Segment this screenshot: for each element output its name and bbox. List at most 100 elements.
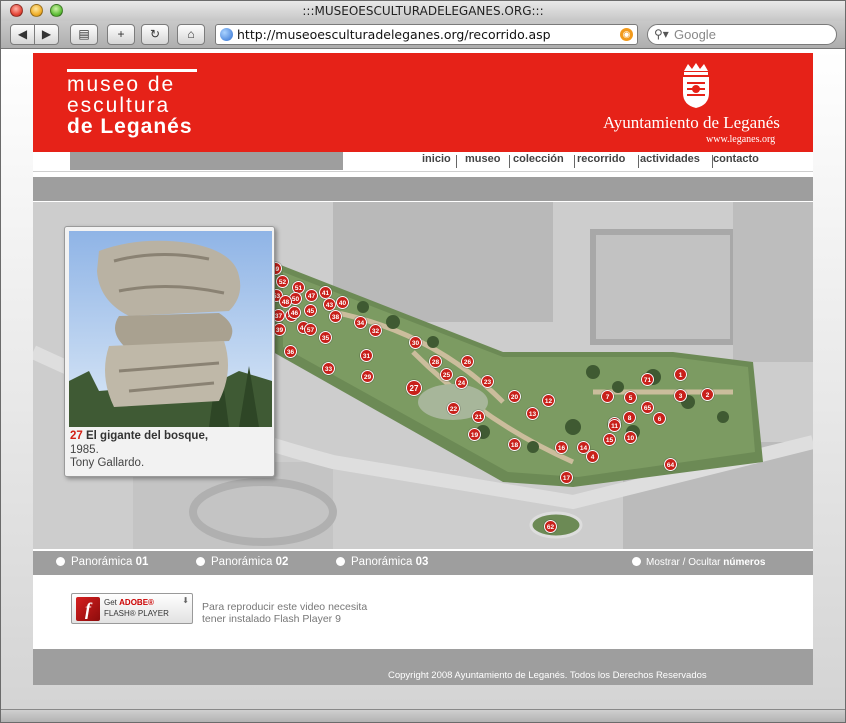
sculpture-pin-3[interactable]: 3: [674, 389, 687, 402]
sculpture-pin-38[interactable]: 38: [329, 310, 342, 323]
sculpture-pin-25[interactable]: 25: [440, 368, 453, 381]
sculpture-pin-47[interactable]: 47: [305, 289, 318, 302]
nav-actividades[interactable]: actividades: [640, 153, 700, 165]
main-nav: inicio museo colección recorrido activid…: [33, 152, 813, 172]
sculpture-pin-46[interactable]: 46: [288, 306, 301, 319]
site-header: museo de escultura de Leganés Ayuntamien…: [33, 53, 813, 152]
window-title: :::MUSEOESCULTURADELEGANES.ORG:::: [302, 4, 544, 18]
search-icon: ⚲▾: [654, 27, 669, 41]
sculpture-pin-34[interactable]: 34: [354, 316, 367, 329]
panorama-label: Panorámica: [351, 556, 416, 568]
add-icon: +: [117, 27, 125, 41]
sculpture-pin-1[interactable]: 1: [674, 368, 687, 381]
sculpture-pin-65[interactable]: 65: [641, 401, 654, 414]
sculpture-pin-16[interactable]: 16: [555, 441, 568, 454]
sculpture-pin-23[interactable]: 23: [481, 375, 494, 388]
reload-button[interactable]: ↻: [141, 24, 169, 45]
snapback-button[interactable]: ▤: [70, 24, 98, 45]
sculpture-pin-24[interactable]: 24: [455, 376, 468, 389]
nav-inicio[interactable]: inicio: [422, 153, 451, 165]
flash-get-label: Get: [104, 598, 117, 607]
search-input[interactable]: ⚲▾ Google: [647, 24, 837, 45]
flash-adobe-label: ADOBE®: [119, 598, 154, 607]
sculpture-pin-13[interactable]: 13: [526, 407, 539, 420]
sculpture-pin-45[interactable]: 45: [304, 304, 317, 317]
forward-button[interactable]: ▶: [34, 24, 59, 45]
sculpture-pin-33[interactable]: 33: [322, 362, 335, 375]
sculpture-name: El gigante del bosque,: [86, 430, 209, 442]
sculpture-pin-18[interactable]: 18: [508, 438, 521, 451]
nav-recorrido[interactable]: recorrido: [577, 153, 625, 165]
nav-coleccion[interactable]: colección: [513, 153, 564, 165]
home-button[interactable]: ⌂: [177, 24, 205, 45]
toggle-label: Mostrar / Ocultar: [646, 557, 724, 568]
sculpture-pin-6[interactable]: 6: [653, 412, 666, 425]
sculpture-pin-2[interactable]: 2: [701, 388, 714, 401]
sculpture-pin-27[interactable]: 27: [406, 380, 422, 396]
get-flash-player-button[interactable]: f Get ADOBE® FLASH® PLAYER ⬇: [71, 593, 193, 624]
panorama-02-option[interactable]: Panorámica 02: [196, 556, 288, 568]
logo-line-1: museo de: [67, 73, 176, 96]
sculpture-pin-19[interactable]: 19: [468, 428, 481, 441]
status-bar: [1, 709, 845, 722]
sculpture-pin-12[interactable]: 12: [542, 394, 555, 407]
sculpture-pin-20[interactable]: 20: [508, 390, 521, 403]
logo-line-2: escultura: [67, 94, 171, 117]
sculpture-pin-31[interactable]: 31: [360, 349, 373, 362]
sculpture-pin-36[interactable]: 36: [284, 345, 297, 358]
ayuntamiento-url[interactable]: www.leganes.org: [706, 134, 775, 145]
sculpture-pin-29[interactable]: 29: [361, 370, 374, 383]
nav-museo[interactable]: museo: [465, 153, 500, 165]
panorama-03-option[interactable]: Panorámica 03: [336, 556, 428, 568]
panorama-label: Panorámica: [211, 556, 276, 568]
logo-line-3: de Leganés: [67, 115, 193, 138]
sculpture-pin-71[interactable]: 71: [641, 373, 654, 386]
copyright-text: Copyright 2008 Ayuntamiento de Leganés. …: [388, 670, 707, 681]
toggle-label-bold: números: [723, 557, 766, 568]
download-arrow-icon: ⬇: [182, 596, 189, 605]
toggle-numbers-option[interactable]: Mostrar / Ocultar números: [632, 557, 765, 568]
sculpture-pin-62[interactable]: 62: [544, 520, 557, 533]
sculpture-pin-30[interactable]: 30: [409, 336, 422, 349]
reload-icon: ↻: [149, 27, 161, 41]
minimize-window-button[interactable]: [30, 4, 43, 17]
radio-icon: [196, 557, 205, 566]
sculpture-pin-57[interactable]: 57: [304, 323, 317, 336]
sculpture-title: 27 El gigante del bosque,: [70, 430, 208, 442]
sculpture-card: 27 El gigante del bosque, 1985. Tony Gal…: [64, 226, 275, 477]
sculpture-pin-5[interactable]: 5: [624, 391, 637, 404]
nav-contacto[interactable]: contacto: [713, 153, 759, 165]
logo-rule: [67, 69, 197, 72]
sculpture-pin-26[interactable]: 26: [461, 355, 474, 368]
panorama-01-option[interactable]: Panorámica 01: [56, 556, 148, 568]
close-window-button[interactable]: [10, 4, 23, 17]
sculpture-pin-17[interactable]: 17: [560, 471, 573, 484]
sculpture-pin-64[interactable]: 64: [664, 458, 677, 471]
nav-separator: [574, 155, 575, 168]
section-bar: [33, 177, 813, 201]
rss-icon[interactable]: ◉: [620, 28, 633, 41]
sculpture-pin-32[interactable]: 32: [369, 324, 382, 337]
sculpture-pin-21[interactable]: 21: [472, 410, 485, 423]
address-bar[interactable]: http://museoesculturadeleganes.org/recor…: [215, 24, 638, 45]
zoom-window-button[interactable]: [50, 4, 63, 17]
sculpture-pin-10[interactable]: 10: [624, 431, 637, 444]
sculpture-pin-8[interactable]: 8: [623, 411, 636, 424]
back-button[interactable]: ◀: [10, 24, 35, 45]
radio-icon: [56, 557, 65, 566]
sculpture-pin-52[interactable]: 52: [276, 275, 289, 288]
sculpture-pin-40[interactable]: 40: [336, 296, 349, 309]
sculpture-pin-35[interactable]: 35: [319, 331, 332, 344]
museum-logo[interactable]: museo de escultura de Leganés: [67, 69, 197, 137]
sculpture-pin-11[interactable]: 11: [608, 419, 621, 432]
flash-get-text: Get ADOBE®: [104, 598, 154, 607]
sculpture-pin-28[interactable]: 28: [429, 355, 442, 368]
sculpture-pin-7[interactable]: 7: [601, 390, 614, 403]
ayuntamiento-name: Ayuntamiento de Leganés: [603, 113, 780, 132]
browser-window: :::MUSEOESCULTURADELEGANES.ORG::: ◀ ▶ ▤ …: [0, 0, 846, 723]
sculpture-pin-15[interactable]: 15: [603, 433, 616, 446]
sculpture-pin-22[interactable]: 22: [447, 402, 460, 415]
sculpture-pin-4[interactable]: 4: [586, 450, 599, 463]
add-bookmark-button[interactable]: +: [107, 24, 135, 45]
museum-page: museo de escultura de Leganés Ayuntamien…: [33, 53, 813, 685]
